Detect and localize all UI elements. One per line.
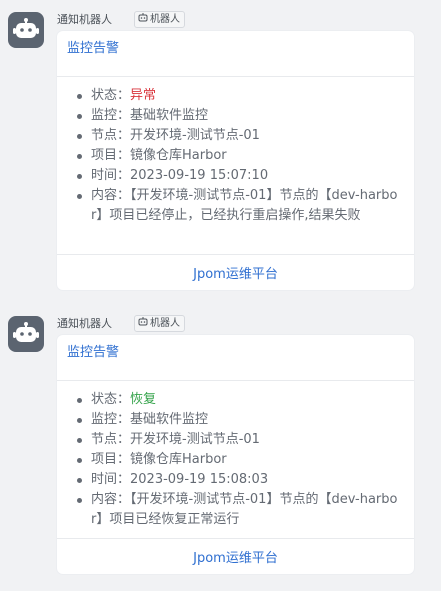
list-item: 监控：基础软件监控 bbox=[67, 410, 404, 430]
node-label: 节点： bbox=[91, 432, 131, 447]
list-item: 节点：开发环境-测试节点-01 bbox=[67, 126, 404, 146]
bot-badge-label: 机器人 bbox=[150, 14, 180, 25]
status-label: 状态： bbox=[91, 392, 131, 407]
node-value: 开发环境-测试节点-01 bbox=[130, 432, 260, 447]
list-item: 内容：【开发环境-测试节点-01】节点的【dev-harbor】项目已经恢复正常… bbox=[67, 490, 404, 530]
project-value: 镜像仓库Harbor bbox=[130, 148, 227, 163]
message-1: 通知机器人 机器人 监控告警 状态：异常 监控：基础软件监控 节点：开发环境-测… bbox=[0, 0, 441, 300]
bot-badge-label: 机器人 bbox=[150, 318, 180, 329]
content-value: 【开发环境-测试节点-01】节点的【dev-harbor】项目已经恢复正常运行 bbox=[91, 492, 398, 527]
alert-details-list: 状态：恢复 监控：基础软件监控 节点：开发环境-测试节点-01 项目：镜像仓库H… bbox=[67, 390, 404, 530]
robot-icon bbox=[138, 12, 148, 27]
list-item: 内容：【开发环境-测试节点-01】节点的【dev-harbor】项目已经停止，已… bbox=[67, 186, 404, 226]
robot-avatar-icon[interactable] bbox=[8, 316, 44, 352]
list-item: 节点：开发环境-测试节点-01 bbox=[67, 430, 404, 450]
list-item: 监控：基础软件监控 bbox=[67, 106, 404, 126]
project-label: 项目： bbox=[91, 452, 131, 467]
jpom-platform-link[interactable]: Jpom运维平台 bbox=[57, 538, 414, 574]
robot-icon bbox=[138, 316, 148, 331]
sender-name[interactable]: 通知机器人 bbox=[57, 12, 112, 28]
list-item: 项目：镜像仓库Harbor bbox=[67, 450, 404, 470]
bot-badge: 机器人 bbox=[134, 11, 185, 28]
list-item: 项目：镜像仓库Harbor bbox=[67, 146, 404, 166]
content-value: 【开发环境-测试节点-01】节点的【dev-harbor】项目已经停止，已经执行… bbox=[91, 188, 398, 223]
list-item: 时间：2023-09-19 15:08:03 bbox=[67, 470, 404, 490]
card-body: 状态：恢复 监控：基础软件监控 节点：开发环境-测试节点-01 项目：镜像仓库H… bbox=[57, 381, 414, 540]
node-value: 开发环境-测试节点-01 bbox=[130, 128, 260, 143]
content-label: 内容： bbox=[91, 492, 131, 507]
monitor-label: 监控： bbox=[91, 412, 131, 427]
message-2: 通知机器人 机器人 监控告警 状态：恢复 监控：基础软件监控 节点：开发环境-测… bbox=[0, 304, 441, 591]
card-title: 监控告警 bbox=[57, 31, 414, 77]
card-body: 状态：异常 监控：基础软件监控 节点：开发环境-测试节点-01 项目：镜像仓库H… bbox=[57, 77, 414, 236]
monitor-value: 基础软件监控 bbox=[130, 412, 209, 427]
status-label: 状态： bbox=[91, 88, 131, 103]
time-label: 时间： bbox=[91, 472, 131, 487]
time-label: 时间： bbox=[91, 168, 131, 183]
project-label: 项目： bbox=[91, 148, 131, 163]
alert-card: 监控告警 状态：恢复 监控：基础软件监控 节点：开发环境-测试节点-01 项目：… bbox=[57, 335, 414, 574]
status-value: 恢复 bbox=[130, 392, 157, 407]
alert-details-list: 状态：异常 监控：基础软件监控 节点：开发环境-测试节点-01 项目：镜像仓库H… bbox=[67, 86, 404, 226]
list-item: 状态：异常 bbox=[67, 86, 404, 106]
sender-name[interactable]: 通知机器人 bbox=[57, 316, 112, 332]
content-label: 内容： bbox=[91, 188, 131, 203]
card-title: 监控告警 bbox=[57, 335, 414, 381]
alert-card: 监控告警 状态：异常 监控：基础软件监控 节点：开发环境-测试节点-01 项目：… bbox=[57, 31, 414, 290]
list-item: 状态：恢复 bbox=[67, 390, 404, 410]
status-value: 异常 bbox=[130, 88, 157, 103]
bot-badge: 机器人 bbox=[134, 315, 185, 332]
monitor-value: 基础软件监控 bbox=[130, 108, 209, 123]
list-item: 时间：2023-09-19 15:07:10 bbox=[67, 166, 404, 186]
jpom-platform-link[interactable]: Jpom运维平台 bbox=[57, 254, 414, 290]
time-value: 2023-09-19 15:08:03 bbox=[130, 472, 269, 487]
robot-avatar-icon[interactable] bbox=[8, 12, 44, 48]
time-value: 2023-09-19 15:07:10 bbox=[130, 168, 269, 183]
project-value: 镜像仓库Harbor bbox=[130, 452, 227, 467]
monitor-label: 监控： bbox=[91, 108, 131, 123]
node-label: 节点： bbox=[91, 128, 131, 143]
